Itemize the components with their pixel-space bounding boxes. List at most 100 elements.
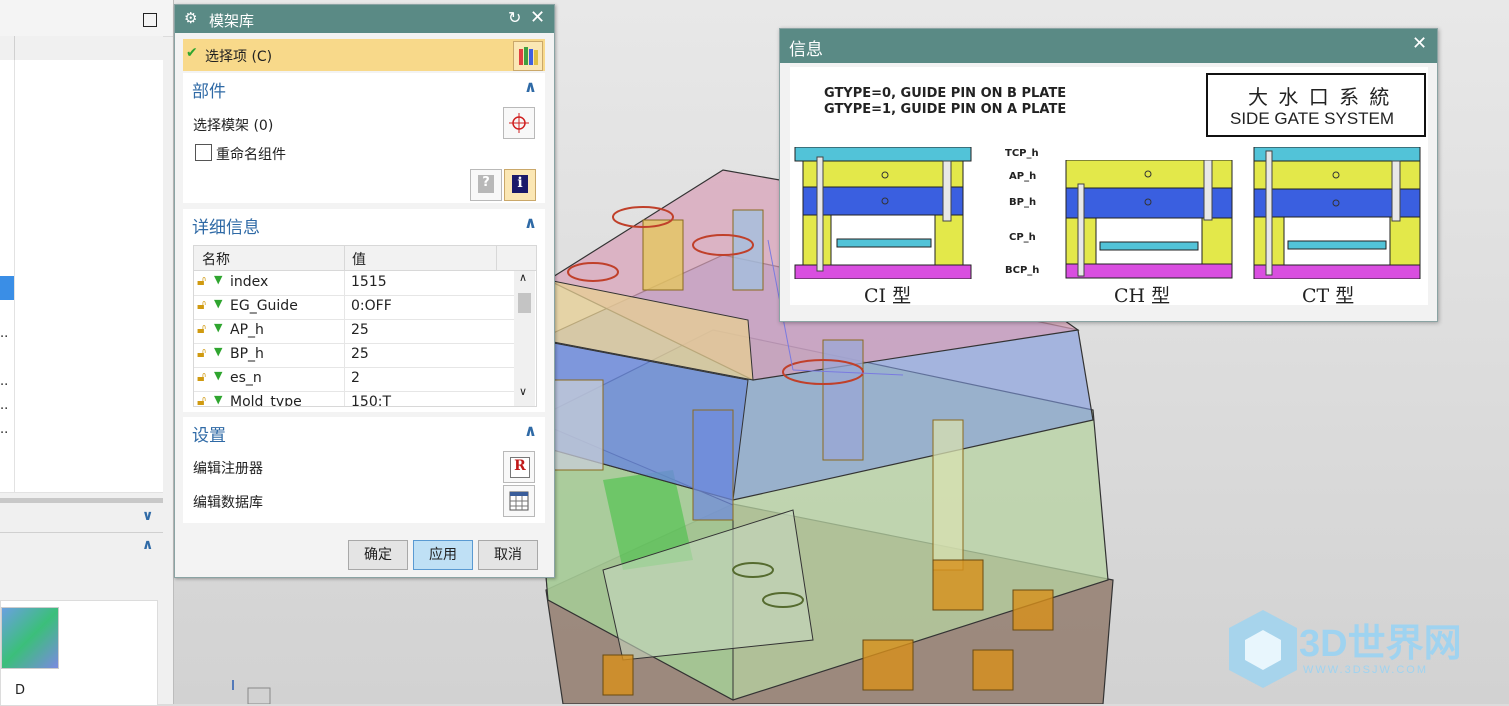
- table-row[interactable]: 🔓︎ ▼ AP_h 25: [194, 319, 514, 344]
- expression-arrow-icon: ▼: [214, 297, 223, 310]
- cancel-button[interactable]: 取消: [478, 540, 538, 570]
- list-row[interactable]: [0, 60, 163, 85]
- table-row[interactable]: 🔓︎ ▼ es_n 2: [194, 367, 514, 392]
- param-name: AP_h: [230, 322, 264, 338]
- question-icon: ?: [478, 175, 494, 193]
- list-row-selected[interactable]: [0, 276, 163, 301]
- reset-icon[interactable]: ↻: [508, 8, 521, 27]
- scrollbar-thumb[interactable]: [518, 293, 531, 313]
- type-label-ct: CT 型: [1302, 285, 1355, 307]
- collapse-chevron-up-icon[interactable]: ∧: [142, 537, 153, 553]
- list-row[interactable]: [0, 132, 163, 157]
- param-value[interactable]: 0:OFF: [351, 298, 392, 314]
- edit-database-button[interactable]: [503, 485, 535, 517]
- list-row[interactable]: [0, 444, 163, 469]
- parts-section-title: 部件: [192, 82, 226, 102]
- library-books-icon[interactable]: [513, 41, 543, 71]
- collapse-chevron-up-icon[interactable]: ∧: [524, 77, 537, 96]
- watermark-url: WWW.3DSJW.COM: [1303, 664, 1428, 676]
- help-button[interactable]: ?: [470, 169, 502, 201]
- ct-type-diagram: [1253, 147, 1421, 279]
- lock-icon: 🔓︎: [197, 273, 207, 289]
- param-value[interactable]: 2: [351, 370, 360, 386]
- param-name: Mold_type: [230, 394, 302, 407]
- lock-icon: 🔓︎: [197, 297, 207, 313]
- column-header-name[interactable]: 名称: [202, 249, 230, 269]
- list-row[interactable]: [0, 180, 163, 205]
- maximize-icon[interactable]: [143, 13, 157, 27]
- watermark-brand: 3D世界网: [1299, 623, 1462, 665]
- info-button[interactable]: i: [504, 169, 536, 201]
- horizontal-scrollbar[interactable]: [0, 498, 163, 503]
- close-icon[interactable]: ✕: [1412, 33, 1427, 54]
- param-value[interactable]: 25: [351, 322, 369, 338]
- plate-label-cp: CP_h: [1009, 232, 1036, 243]
- param-value[interactable]: 1515: [351, 274, 387, 290]
- close-icon[interactable]: ✕: [530, 7, 545, 28]
- expression-arrow-icon: ▼: [214, 321, 223, 334]
- lock-icon: 🔓︎: [197, 345, 207, 361]
- edit-database-label: 编辑数据库: [193, 495, 263, 511]
- list-row[interactable]: [0, 204, 163, 229]
- table-row[interactable]: 🔓︎ ▼ BP_h 25: [194, 343, 514, 368]
- list-row[interactable]: [0, 156, 163, 181]
- panel-header: [0, 0, 173, 37]
- list-row[interactable]: ..: [0, 396, 163, 421]
- dialog-title-bar[interactable]: ⚙ 模架库 ↻ ✕: [175, 5, 554, 33]
- param-value[interactable]: 150:T: [351, 394, 391, 406]
- ci-type-diagram: [794, 147, 972, 279]
- param-name: BP_h: [230, 346, 264, 362]
- system-title-en: SIDE GATE SYSTEM: [1230, 109, 1395, 128]
- ok-button[interactable]: 确定: [348, 540, 408, 570]
- info-window: 信息 ✕ GTYPE=0, GUIDE PIN ON B PLATE GTYPE…: [779, 28, 1438, 322]
- expression-arrow-icon: ▼: [214, 393, 223, 406]
- rename-component-checkbox[interactable]: [195, 144, 212, 161]
- list-row[interactable]: ..: [0, 324, 163, 349]
- spreadsheet-icon: [509, 491, 529, 511]
- column-header-value[interactable]: 值: [352, 249, 366, 269]
- list-row[interactable]: [0, 228, 163, 253]
- list-row[interactable]: ..: [0, 420, 163, 445]
- collapse-chevron-up-icon[interactable]: ∧: [524, 421, 537, 440]
- lock-icon: 🔓︎: [197, 369, 207, 385]
- param-name: EG_Guide: [230, 298, 298, 314]
- vertical-scrollbar[interactable]: ∧ ∨: [514, 271, 535, 406]
- preview-area: D: [0, 600, 158, 706]
- expand-chevron-down-icon[interactable]: ∨: [142, 508, 153, 524]
- scroll-up-arrow-icon[interactable]: ∧: [519, 271, 527, 284]
- info-title-bar[interactable]: 信息 ✕: [780, 29, 1437, 63]
- scroll-down-arrow-icon[interactable]: ∨: [519, 385, 527, 398]
- plate-label-tcp: TCP_h: [1005, 148, 1039, 159]
- table-row[interactable]: 🔓︎ ▼ index 1515: [194, 271, 514, 296]
- edit-registry-button[interactable]: R: [503, 451, 535, 483]
- gear-icon: ⚙: [184, 9, 198, 27]
- list-row[interactable]: [0, 468, 163, 493]
- table-row[interactable]: 🔓︎ ▼ EG_Guide 0:OFF: [194, 295, 514, 320]
- list-row[interactable]: [0, 84, 163, 109]
- param-name: index: [230, 274, 269, 290]
- checkmark-icon: ✔: [186, 45, 198, 61]
- select-crosshair-button[interactable]: [503, 107, 535, 139]
- watermark: 3D世界网 WWW.3DSJW.COM: [1227, 608, 1507, 692]
- system-title-cn: 大 水 口 系 統: [1248, 85, 1392, 109]
- expression-arrow-icon: ▼: [214, 273, 223, 286]
- part-navigator-panel: .. .. .. .. ∨ ∧ D: [0, 0, 174, 706]
- list-row[interactable]: [0, 108, 163, 133]
- info-title: 信息: [789, 40, 823, 60]
- select-step-row[interactable]: ✔ 选择项 (C): [183, 39, 545, 71]
- list-row[interactable]: [0, 300, 163, 325]
- ch-type-diagram: [1065, 160, 1233, 279]
- list-row[interactable]: ..: [0, 372, 163, 397]
- type-label-ch: CH 型: [1114, 285, 1171, 307]
- system-title-box: 大 水 口 系 統 SIDE GATE SYSTEM: [1206, 73, 1426, 137]
- info-icon: i: [512, 175, 528, 193]
- expression-arrow-icon: ▼: [214, 345, 223, 358]
- table-row[interactable]: 🔓︎ ▼ Mold_type 150:T: [194, 391, 514, 407]
- list-row[interactable]: [0, 348, 163, 373]
- preview-thumbnail[interactable]: [1, 607, 59, 669]
- collapse-chevron-up-icon[interactable]: ∧: [524, 213, 537, 232]
- gtype-line-2: GTYPE=1, GUIDE PIN ON A PLATE: [824, 102, 1067, 117]
- list-row[interactable]: [0, 252, 163, 277]
- apply-button[interactable]: 应用: [413, 540, 473, 570]
- param-value[interactable]: 25: [351, 346, 369, 362]
